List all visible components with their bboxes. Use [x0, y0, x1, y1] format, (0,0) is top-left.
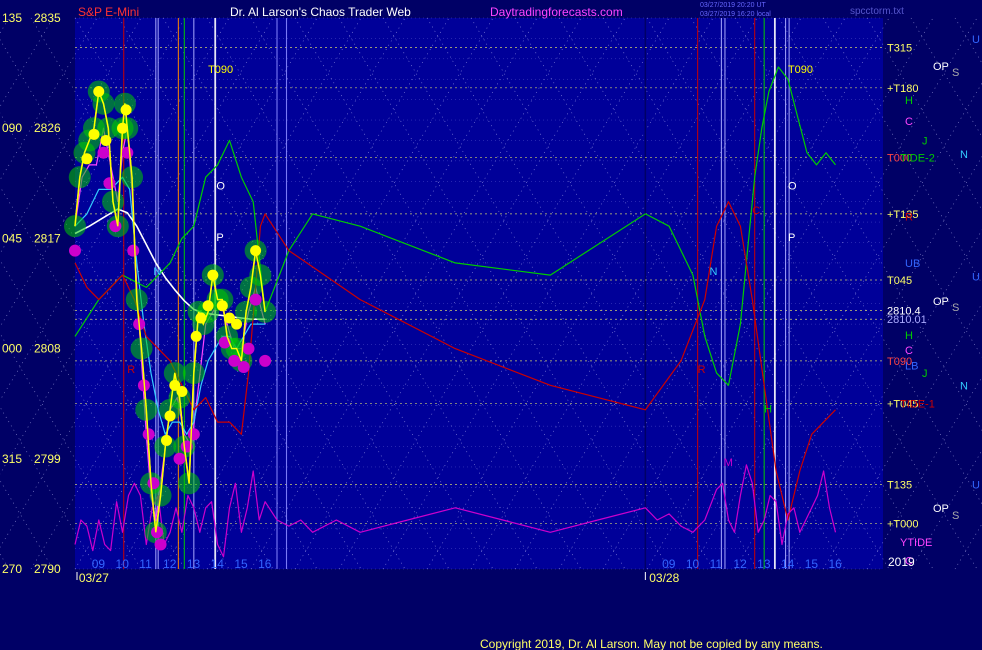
energy-dot-magenta: [249, 293, 262, 306]
chart-annotation: R: [698, 364, 706, 376]
level-label: +T180: [887, 83, 919, 95]
planet-label: R: [905, 211, 913, 223]
chart-annotation: C: [752, 205, 760, 217]
energy-dot-magenta: [121, 146, 134, 159]
chart-annotation: P: [216, 232, 223, 244]
energy-dot-magenta: [147, 477, 160, 490]
y-tick-angle: 090: [2, 121, 22, 135]
planet-label: S: [952, 302, 959, 314]
y-tick-price: 2790: [34, 562, 61, 576]
header-symbol: S&P E-Mini: [78, 5, 139, 19]
x-tick-label: 10: [686, 557, 700, 571]
level-label: +T135: [887, 209, 919, 221]
chart-annotation: O: [216, 180, 225, 192]
x-tick-label: 15: [234, 557, 248, 571]
planet-label: C: [905, 116, 913, 128]
energy-dot-magenta: [103, 177, 116, 190]
level-label: 2810.01: [887, 314, 927, 326]
planet-label: J: [922, 368, 928, 380]
y-tick-price: 2826: [34, 121, 61, 135]
x-tick-label: 09: [92, 557, 106, 571]
chart-annotation: N: [710, 266, 718, 278]
energy-dot-magenta: [173, 452, 186, 465]
x-tick-label: 09: [662, 557, 676, 571]
level-label: T045: [887, 275, 912, 287]
planet-label: OP: [933, 61, 949, 73]
y-tick-angle: 000: [2, 342, 22, 356]
energy-dot-magenta: [187, 428, 200, 441]
energy-dot-magenta: [237, 360, 250, 373]
planet-label: C: [905, 345, 913, 357]
energy-dot-magenta: [127, 244, 140, 257]
y-tick-price: 2808: [34, 342, 61, 356]
chart-annotation: P: [788, 232, 795, 244]
year-label: 2019: [888, 555, 915, 569]
planet-label: N: [960, 380, 968, 392]
planet-label: S: [952, 510, 959, 522]
planet-label: U: [972, 271, 980, 283]
planet-label: TIDE-2: [900, 153, 935, 165]
header-file: spcctorm.txt: [850, 6, 904, 17]
y-tick-angle: 045: [2, 231, 22, 245]
copyright: Copyright 2019, Dr. Al Larson. May not b…: [480, 637, 823, 650]
x-tick-label: 16: [828, 557, 842, 571]
energy-dot-magenta: [242, 342, 255, 355]
planet-label: U: [972, 34, 980, 46]
date-label: 03/27: [79, 571, 109, 585]
x-tick-label: 15: [805, 557, 819, 571]
chart-annotation: H: [764, 403, 772, 415]
y-tick-angle: 135: [2, 11, 22, 25]
energy-dot-yellow: [231, 318, 243, 330]
planet-label: H: [905, 330, 913, 342]
y-tick-angle: 315: [2, 452, 22, 466]
energy-dot-magenta: [69, 244, 81, 257]
level-label: +T000: [887, 519, 919, 531]
planet-label: OP: [933, 503, 949, 515]
header-site[interactable]: Daytradingforecasts.com: [490, 5, 623, 19]
chart-annotation: M: [724, 457, 733, 469]
x-tick-label: 14: [211, 557, 225, 571]
planet-label: YTIDE: [900, 537, 932, 549]
chart-annotation: R: [127, 364, 135, 376]
x-tick-label: 11: [139, 557, 152, 571]
y-tick-angle: 270: [2, 562, 22, 576]
header-title: Dr. Al Larson's Chaos Trader Web: [230, 5, 411, 19]
planet-label: UB: [905, 258, 920, 270]
date-label: 03/28: [649, 571, 679, 585]
chart-canvas: T315+T180T000+T135T0452810.42810.01T090+…: [0, 0, 982, 650]
x-tick-label: 13: [757, 557, 771, 571]
energy-dot-magenta: [154, 538, 167, 551]
y-tick-price: 2835: [34, 11, 61, 25]
level-label: T315: [887, 42, 912, 54]
energy-dot-magenta: [259, 354, 272, 367]
planet-label: J: [922, 135, 928, 147]
planet-label: OP: [933, 296, 949, 308]
planet-label: TIDE-1: [900, 399, 935, 411]
energy-dot-magenta: [109, 220, 122, 233]
y-tick-price: 2799: [34, 452, 61, 466]
x-tick-label: 13: [187, 557, 201, 571]
chart-annotation: T090: [208, 64, 233, 76]
planet-label: LB: [905, 361, 918, 373]
header-stamp-local: 03/27/2019 16:20 local: [700, 11, 771, 18]
level-label: T135: [887, 480, 912, 492]
energy-dot-magenta: [97, 146, 110, 159]
chart-annotation: T090: [788, 64, 813, 76]
x-tick-label: 16: [258, 557, 272, 571]
x-tick-label: 10: [116, 557, 130, 571]
x-tick-label: 12: [733, 557, 747, 571]
planet-label: H: [905, 95, 913, 107]
header-stamp-ut: 03/27/2019 20:20 UT: [700, 2, 766, 9]
chart-annotation: N: [153, 266, 161, 278]
x-tick-label: 12: [163, 557, 177, 571]
y-tick-price: 2817: [34, 231, 61, 245]
chart-annotation: O: [788, 180, 797, 192]
planet-label: N: [960, 149, 968, 161]
x-tick-label: 11: [710, 557, 723, 571]
planet-label: S: [952, 67, 959, 79]
x-tick-label: 14: [781, 557, 795, 571]
planet-label: U: [972, 480, 980, 492]
